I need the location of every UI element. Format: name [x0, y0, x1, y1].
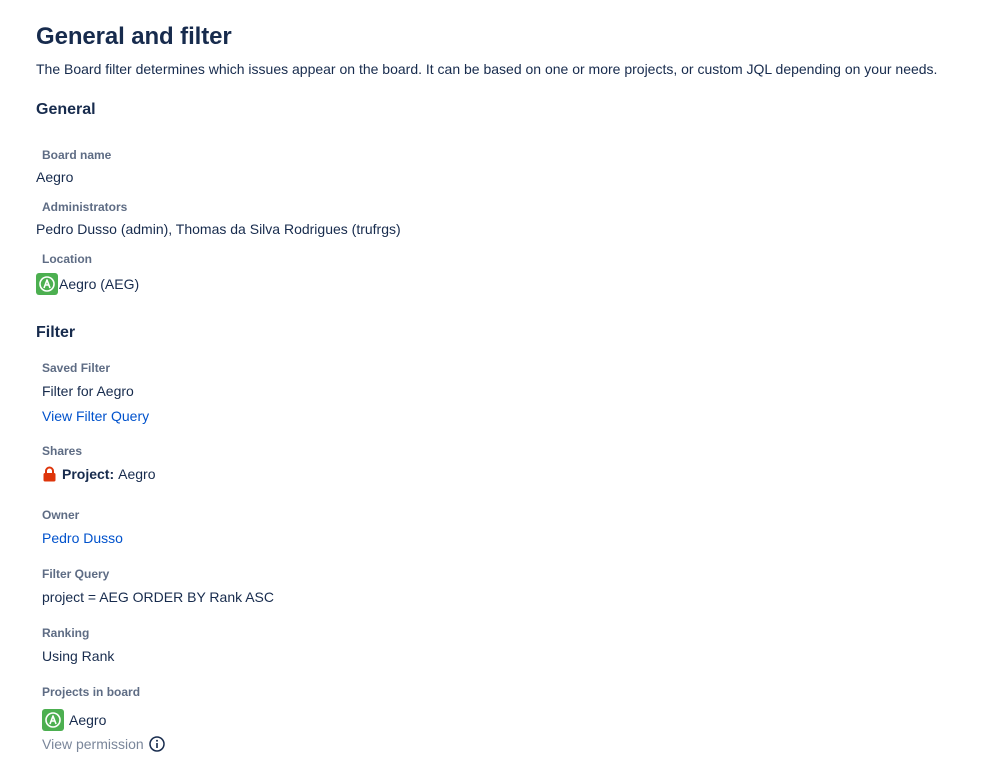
saved-filter-value: Filter for Aegro	[42, 383, 134, 399]
administrators-value: Pedro Dusso (admin), Thomas da Silva Rod…	[36, 221, 401, 237]
ranking-label: Ranking	[42, 626, 90, 640]
ranking-value: Using Rank	[42, 648, 115, 664]
general-heading: General	[36, 101, 96, 118]
filter-heading: Filter	[36, 324, 76, 341]
project-avatar-icon	[42, 709, 64, 731]
shares-value: Aegro	[118, 466, 156, 482]
shares-row: Project: Aegro	[42, 466, 155, 482]
page-description: The Board filter determines which issues…	[36, 61, 938, 77]
location-row: Aegro (AEG)	[36, 273, 139, 295]
location-value: Aegro (AEG)	[59, 276, 140, 292]
lock-icon	[42, 466, 57, 482]
shares-prefix: Project:	[62, 466, 115, 482]
administrators-label: Administrators	[42, 200, 128, 214]
page-title: General and filter	[36, 23, 232, 50]
project-list-item[interactable]: Aegro	[42, 709, 106, 731]
owner-label: Owner	[42, 508, 80, 522]
saved-filter-label: Saved Filter	[42, 361, 111, 375]
board-settings-page: General and filter The Board filter dete…	[0, 0, 999, 779]
location-label: Location	[42, 252, 92, 266]
view-permission-link[interactable]: View permission	[42, 736, 144, 752]
shares-label: Shares	[42, 444, 83, 458]
project-avatar-icon	[36, 273, 58, 295]
filter-query-label: Filter Query	[42, 567, 110, 581]
projects-in-board-label: Projects in board	[42, 685, 141, 699]
view-permission-row[interactable]: View permission	[42, 736, 165, 752]
project-name: Aegro	[69, 712, 107, 728]
board-name-label: Board name	[42, 148, 112, 162]
info-icon[interactable]	[148, 736, 165, 752]
owner-link[interactable]: Pedro Dusso	[42, 530, 123, 546]
view-filter-query-link[interactable]: View Filter Query	[42, 408, 149, 424]
filter-query-value: project = AEG ORDER BY Rank ASC	[42, 589, 275, 605]
board-name-value: Aegro	[36, 169, 74, 185]
